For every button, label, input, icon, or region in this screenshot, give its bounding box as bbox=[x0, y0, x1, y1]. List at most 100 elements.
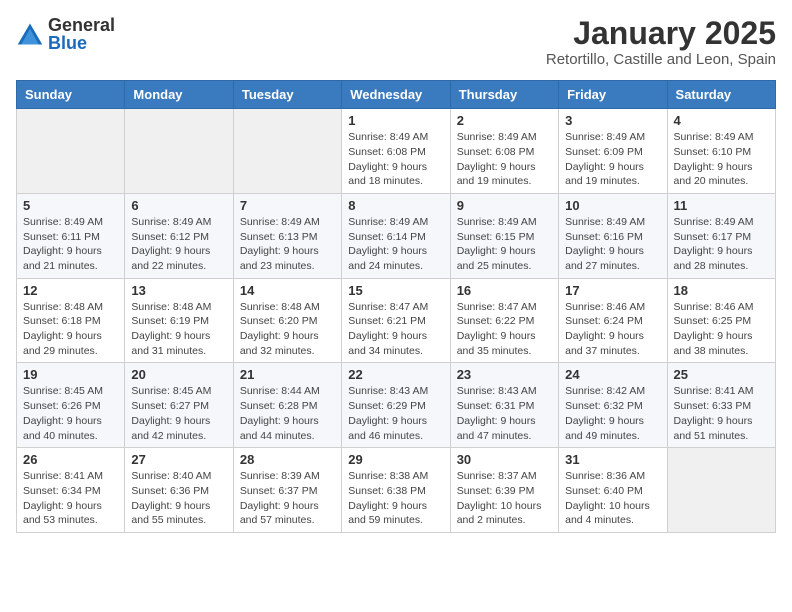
day-number: 25 bbox=[674, 367, 769, 382]
calendar-day-cell: 28 Sunrise: 8:39 AM Sunset: 6:37 PM Dayli… bbox=[233, 448, 341, 533]
day-number: 28 bbox=[240, 452, 335, 467]
calendar-day-cell bbox=[233, 109, 341, 194]
calendar-day-cell: 13Sunrise: 8:48 AM Sunset: 6:19 PM Dayli… bbox=[125, 278, 233, 363]
day-number: 15 bbox=[348, 283, 443, 298]
day-number: 2 bbox=[457, 113, 552, 128]
calendar-day-cell: 15 Sunrise: 8:47 AM Sunset: 6:21 PM Dayli… bbox=[342, 278, 450, 363]
day-number: 17 bbox=[565, 283, 660, 298]
day-info: Sunrise: 8:48 AM Sunset: 6:20 PM Dayligh… bbox=[240, 300, 335, 359]
logo: General Blue bbox=[16, 16, 115, 52]
calendar-day-cell: 19 Sunrise: 8:45 AM Sunset: 6:26 PM Dayli… bbox=[17, 363, 125, 448]
calendar-day-cell: 23 Sunrise: 8:43 AM Sunset: 6:31 PM Dayli… bbox=[450, 363, 558, 448]
calendar-day-cell: 16 Sunrise: 8:47 AM Sunset: 6:22 PM Dayli… bbox=[450, 278, 558, 363]
day-info: Sunrise: 8:38 AM Sunset: 6:38 PM Dayligh… bbox=[348, 469, 443, 528]
day-info: Sunrise: 8:46 AM Sunset: 6:25 PM Dayligh… bbox=[674, 300, 769, 359]
calendar-day-cell: 30 Sunrise: 8:37 AM Sunset: 6:39 PM Dayli… bbox=[450, 448, 558, 533]
calendar-day-cell: 4 Sunrise: 8:49 AM Sunset: 6:10 PM Daylig… bbox=[667, 109, 775, 194]
day-info: Sunrise: 8:41 AM Sunset: 6:33 PM Dayligh… bbox=[674, 384, 769, 443]
day-info: Sunrise: 8:49 AM Sunset: 6:15 PM Dayligh… bbox=[457, 215, 552, 274]
day-info: Sunrise: 8:49 AM Sunset: 6:09 PM Dayligh… bbox=[565, 130, 660, 189]
day-info: Sunrise: 8:49 AM Sunset: 6:16 PM Dayligh… bbox=[565, 215, 660, 274]
day-number: 14 bbox=[240, 283, 335, 298]
calendar-day-cell: 17 Sunrise: 8:46 AM Sunset: 6:24 PM Dayli… bbox=[559, 278, 667, 363]
weekday-header: Tuesday bbox=[233, 81, 341, 109]
day-info: Sunrise: 8:39 AM Sunset: 6:37 PM Dayligh… bbox=[240, 469, 335, 528]
day-number: 19 bbox=[23, 367, 118, 382]
title-block: January 2025 Retortillo, Castille and Le… bbox=[546, 16, 776, 68]
calendar-week-row: 26 Sunrise: 8:41 AM Sunset: 6:34 PM Dayli… bbox=[17, 448, 776, 533]
calendar-table: SundayMondayTuesdayWednesdayThursdayFrid… bbox=[16, 80, 776, 533]
day-info: Sunrise: 8:41 AM Sunset: 6:34 PM Dayligh… bbox=[23, 469, 118, 528]
calendar-week-row: 12 Sunrise: 8:48 AM Sunset: 6:18 PM Dayli… bbox=[17, 278, 776, 363]
day-number: 30 bbox=[457, 452, 552, 467]
calendar-day-cell: 1Sunrise: 8:49 AM Sunset: 6:08 PM Daylig… bbox=[342, 109, 450, 194]
calendar-day-cell: 24Sunrise: 8:42 AM Sunset: 6:32 PM Dayli… bbox=[559, 363, 667, 448]
calendar-week-row: 1Sunrise: 8:49 AM Sunset: 6:08 PM Daylig… bbox=[17, 109, 776, 194]
calendar-day-cell: 5 Sunrise: 8:49 AM Sunset: 6:11 PM Daylig… bbox=[17, 193, 125, 278]
day-info: Sunrise: 8:45 AM Sunset: 6:27 PM Dayligh… bbox=[131, 384, 226, 443]
day-info: Sunrise: 8:49 AM Sunset: 6:13 PM Dayligh… bbox=[240, 215, 335, 274]
calendar-day-cell: 7Sunrise: 8:49 AM Sunset: 6:13 PM Daylig… bbox=[233, 193, 341, 278]
day-info: Sunrise: 8:47 AM Sunset: 6:22 PM Dayligh… bbox=[457, 300, 552, 359]
calendar-day-cell: 6Sunrise: 8:49 AM Sunset: 6:12 PM Daylig… bbox=[125, 193, 233, 278]
day-number: 27 bbox=[131, 452, 226, 467]
page-title: January 2025 bbox=[546, 16, 776, 51]
logo-icon bbox=[16, 20, 44, 48]
day-number: 18 bbox=[674, 283, 769, 298]
day-number: 24 bbox=[565, 367, 660, 382]
day-info: Sunrise: 8:47 AM Sunset: 6:21 PM Dayligh… bbox=[348, 300, 443, 359]
day-info: Sunrise: 8:49 AM Sunset: 6:08 PM Dayligh… bbox=[457, 130, 552, 189]
weekday-header: Thursday bbox=[450, 81, 558, 109]
calendar-day-cell: 20Sunrise: 8:45 AM Sunset: 6:27 PM Dayli… bbox=[125, 363, 233, 448]
day-info: Sunrise: 8:49 AM Sunset: 6:11 PM Dayligh… bbox=[23, 215, 118, 274]
day-number: 5 bbox=[23, 198, 118, 213]
calendar-day-cell: 27 Sunrise: 8:40 AM Sunset: 6:36 PM Dayli… bbox=[125, 448, 233, 533]
day-info: Sunrise: 8:48 AM Sunset: 6:19 PM Dayligh… bbox=[131, 300, 226, 359]
day-info: Sunrise: 8:40 AM Sunset: 6:36 PM Dayligh… bbox=[131, 469, 226, 528]
day-number: 26 bbox=[23, 452, 118, 467]
calendar-week-row: 19 Sunrise: 8:45 AM Sunset: 6:26 PM Dayli… bbox=[17, 363, 776, 448]
day-info: Sunrise: 8:43 AM Sunset: 6:31 PM Dayligh… bbox=[457, 384, 552, 443]
day-number: 11 bbox=[674, 198, 769, 213]
weekday-header: Saturday bbox=[667, 81, 775, 109]
day-info: Sunrise: 8:46 AM Sunset: 6:24 PM Dayligh… bbox=[565, 300, 660, 359]
calendar-day-cell: 25 Sunrise: 8:41 AM Sunset: 6:33 PM Dayli… bbox=[667, 363, 775, 448]
calendar-day-cell: 22Sunrise: 8:43 AM Sunset: 6:29 PM Dayli… bbox=[342, 363, 450, 448]
day-number: 3 bbox=[565, 113, 660, 128]
calendar-day-cell bbox=[17, 109, 125, 194]
logo-text: General Blue bbox=[48, 16, 115, 52]
day-number: 31 bbox=[565, 452, 660, 467]
day-info: Sunrise: 8:37 AM Sunset: 6:39 PM Dayligh… bbox=[457, 469, 552, 528]
calendar-day-cell: 21Sunrise: 8:44 AM Sunset: 6:28 PM Dayli… bbox=[233, 363, 341, 448]
calendar-day-cell: 9 Sunrise: 8:49 AM Sunset: 6:15 PM Daylig… bbox=[450, 193, 558, 278]
calendar-day-cell bbox=[667, 448, 775, 533]
logo-general-text: General bbox=[48, 16, 115, 34]
calendar-day-cell: 14 Sunrise: 8:48 AM Sunset: 6:20 PM Dayli… bbox=[233, 278, 341, 363]
day-number: 29 bbox=[348, 452, 443, 467]
calendar-day-cell: 3 Sunrise: 8:49 AM Sunset: 6:09 PM Daylig… bbox=[559, 109, 667, 194]
day-info: Sunrise: 8:49 AM Sunset: 6:08 PM Dayligh… bbox=[348, 130, 443, 189]
day-info: Sunrise: 8:49 AM Sunset: 6:17 PM Dayligh… bbox=[674, 215, 769, 274]
calendar-day-cell: 29 Sunrise: 8:38 AM Sunset: 6:38 PM Dayli… bbox=[342, 448, 450, 533]
day-info: Sunrise: 8:45 AM Sunset: 6:26 PM Dayligh… bbox=[23, 384, 118, 443]
day-number: 9 bbox=[457, 198, 552, 213]
calendar-day-cell: 18 Sunrise: 8:46 AM Sunset: 6:25 PM Dayli… bbox=[667, 278, 775, 363]
day-number: 23 bbox=[457, 367, 552, 382]
day-info: Sunrise: 8:48 AM Sunset: 6:18 PM Dayligh… bbox=[23, 300, 118, 359]
calendar-header-row: SundayMondayTuesdayWednesdayThursdayFrid… bbox=[17, 81, 776, 109]
day-info: Sunrise: 8:49 AM Sunset: 6:14 PM Dayligh… bbox=[348, 215, 443, 274]
calendar-day-cell: 11 Sunrise: 8:49 AM Sunset: 6:17 PM Dayli… bbox=[667, 193, 775, 278]
day-number: 12 bbox=[23, 283, 118, 298]
calendar-day-cell: 10 Sunrise: 8:49 AM Sunset: 6:16 PM Dayli… bbox=[559, 193, 667, 278]
day-number: 10 bbox=[565, 198, 660, 213]
calendar-week-row: 5 Sunrise: 8:49 AM Sunset: 6:11 PM Daylig… bbox=[17, 193, 776, 278]
calendar-day-cell: 31Sunrise: 8:36 AM Sunset: 6:40 PM Dayli… bbox=[559, 448, 667, 533]
day-number: 16 bbox=[457, 283, 552, 298]
day-number: 8 bbox=[348, 198, 443, 213]
weekday-header: Sunday bbox=[17, 81, 125, 109]
day-info: Sunrise: 8:49 AM Sunset: 6:10 PM Dayligh… bbox=[674, 130, 769, 189]
page-subtitle: Retortillo, Castille and Leon, Spain bbox=[546, 51, 776, 68]
calendar-day-cell bbox=[125, 109, 233, 194]
calendar-day-cell: 8 Sunrise: 8:49 AM Sunset: 6:14 PM Daylig… bbox=[342, 193, 450, 278]
day-number: 4 bbox=[674, 113, 769, 128]
